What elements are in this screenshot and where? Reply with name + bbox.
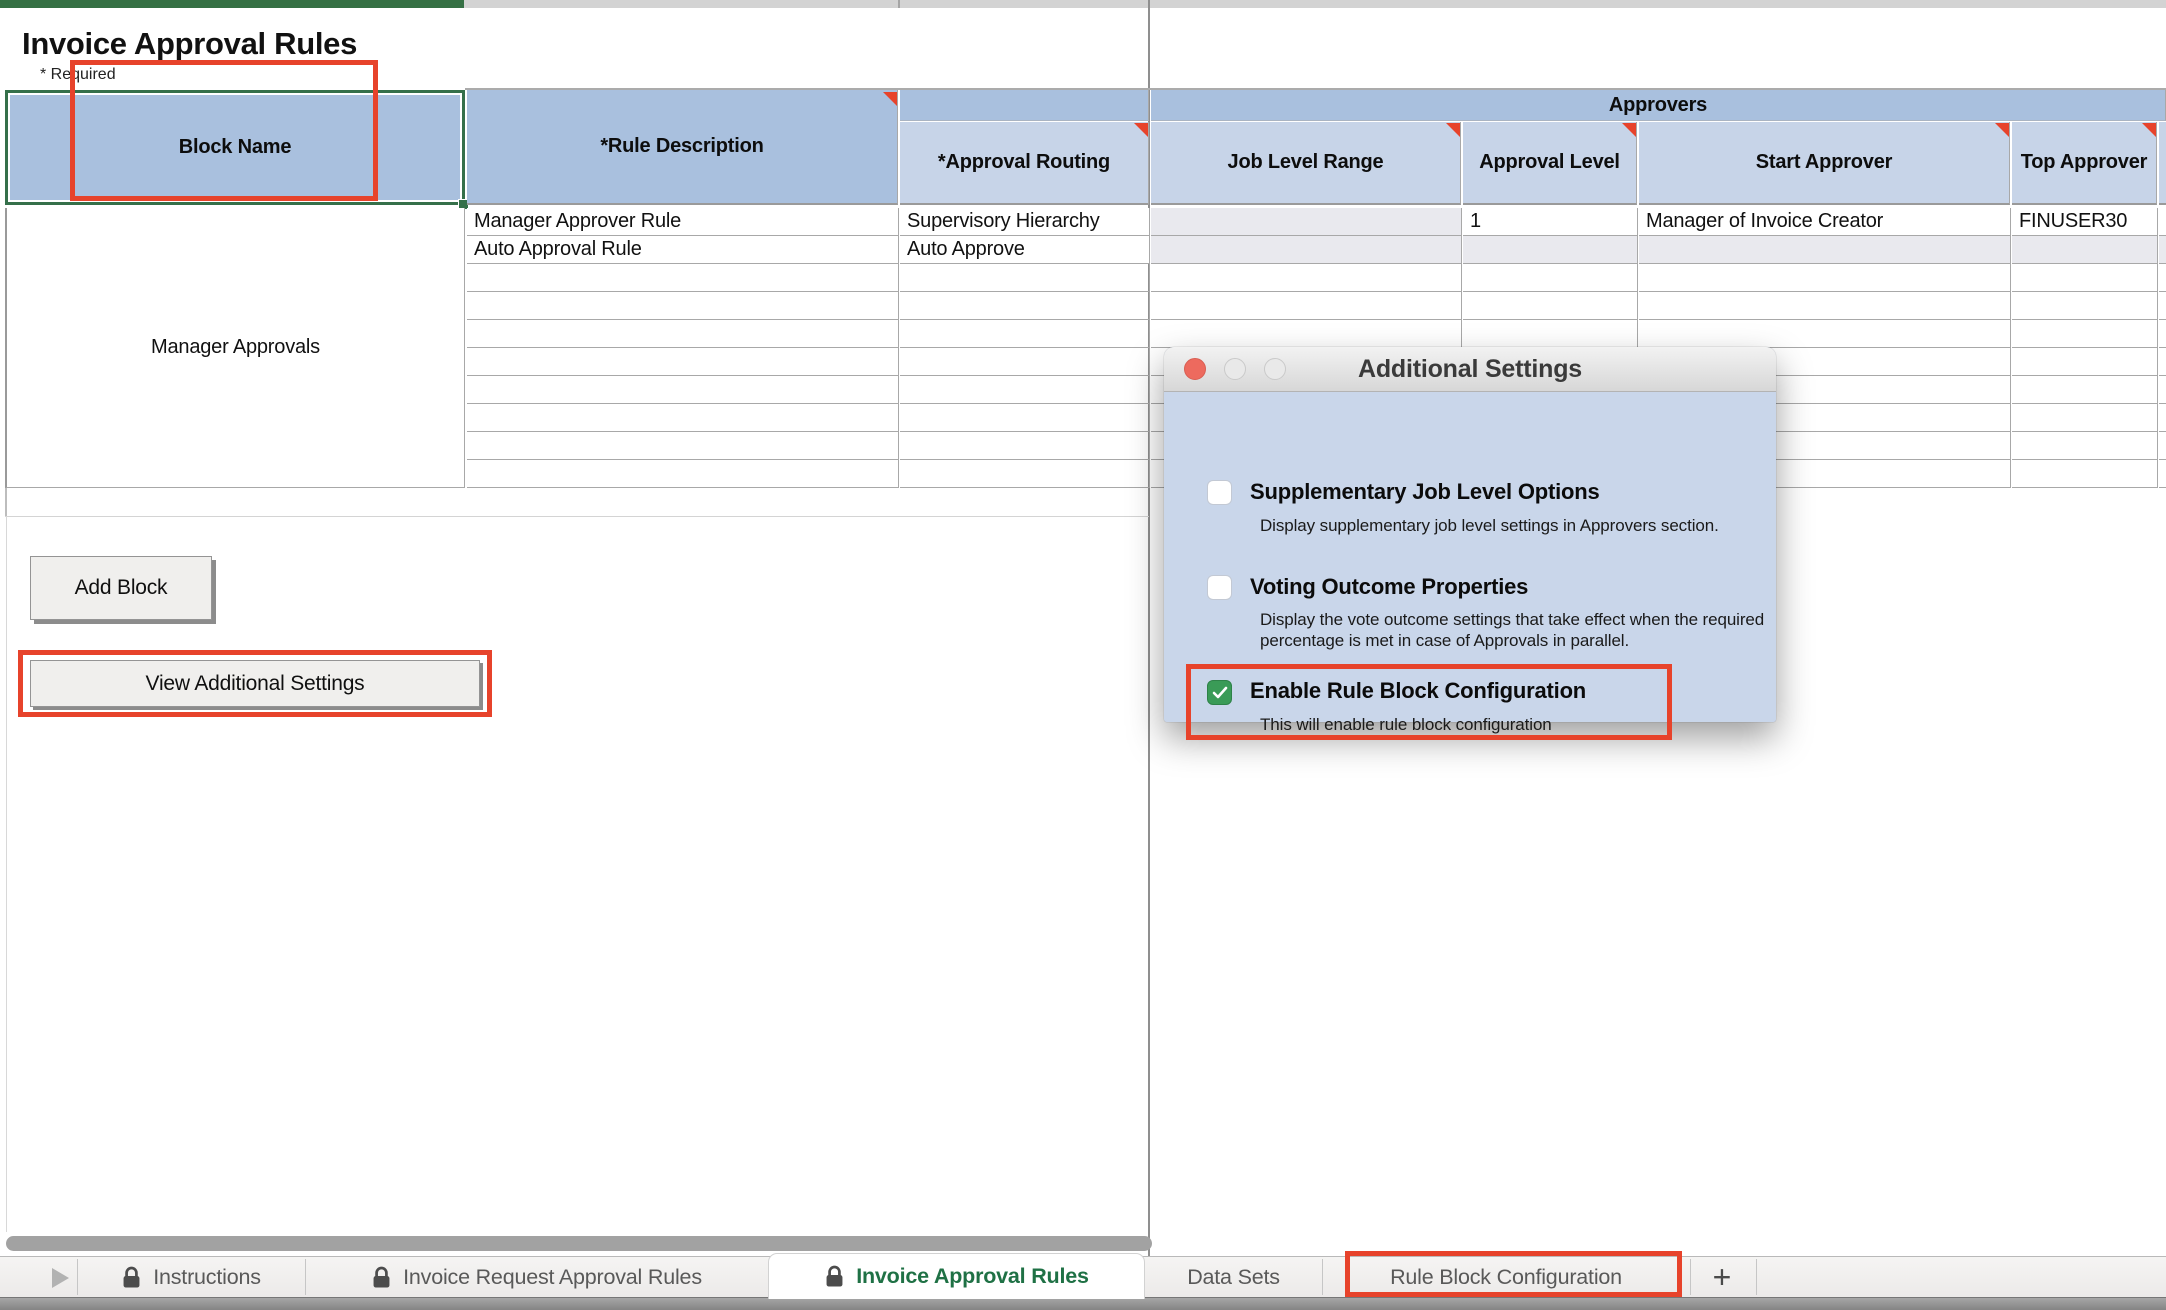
column-header-strip — [464, 0, 2166, 8]
grid-edge-stub — [5, 488, 7, 516]
cell-start-approver-1[interactable]: Manager of Invoice Creator — [1639, 208, 2010, 235]
annotation-rect-view-settings: View Additional Settings — [18, 650, 492, 717]
column-overflow-sliver — [2159, 208, 2166, 488]
header-job-level-range[interactable]: Job Level Range — [1151, 122, 1461, 205]
page-title: Invoice Approval Rules — [22, 26, 357, 62]
tab-invoice-approval-rules-active[interactable]: Invoice Approval Rules — [768, 1253, 1145, 1299]
tab-data-sets[interactable]: Data Sets — [1145, 1257, 1322, 1298]
header-overflow-sliver — [2159, 122, 2166, 205]
header-approval-routing-label: *Approval Routing — [938, 151, 1110, 174]
minimize-icon[interactable] — [1224, 358, 1246, 380]
cell-approval-routing-2[interactable]: Auto Approve — [900, 236, 1149, 263]
comment-marker-icon — [1995, 123, 2009, 137]
lock-icon — [371, 1266, 392, 1289]
comment-marker-icon — [1446, 123, 1460, 137]
comment-marker-icon — [2142, 123, 2156, 137]
checkbox-supplementary-job-level[interactable] — [1207, 480, 1232, 505]
header-band-empty[interactable] — [900, 90, 1149, 121]
tab-separator — [1756, 1259, 1757, 1295]
option-description: This will enable rule block configuratio… — [1260, 714, 1780, 735]
dialog-titlebar[interactable]: Additional Settings — [1164, 347, 1776, 392]
option-label: Supplementary Job Level Options — [1250, 479, 1600, 505]
header-top-approver-label: Top Approver — [2021, 151, 2148, 174]
header-approvers-label: Approvers — [1609, 94, 1707, 117]
view-additional-settings-button[interactable]: View Additional Settings — [30, 660, 480, 707]
cell-approval-level-1[interactable]: 1 — [1463, 208, 1637, 235]
annotation-rect-block-name — [70, 60, 378, 201]
cell-rule-description-1[interactable]: Manager Approver Rule — [467, 208, 898, 235]
tab-instructions[interactable]: Instructions — [77, 1257, 305, 1298]
column-approval-routing[interactable]: Supervisory Hierarchy Auto Approve — [900, 208, 1150, 488]
tab-label: Instructions — [153, 1265, 261, 1290]
annotation-rect-rule-block-tab — [1345, 1251, 1682, 1297]
cell-job-level-range-2[interactable] — [1151, 236, 1461, 263]
grid-bottom-faint-line — [5, 516, 1149, 517]
option-label: Enable Rule Block Configuration — [1250, 678, 1586, 704]
checkbox-voting-outcome[interactable] — [1207, 575, 1232, 600]
column-top-approver[interactable]: FINUSER30 — [2012, 208, 2158, 488]
left-page-boundary — [6, 516, 7, 1232]
header-approval-routing[interactable]: *Approval Routing — [900, 122, 1149, 205]
horizontal-scrollbar-thumb[interactable] — [6, 1236, 1152, 1251]
block-name-value-label: Manager Approvals — [151, 336, 320, 359]
header-top-approver[interactable]: Top Approver — [2012, 122, 2157, 205]
header-rule-description-label: *Rule Description — [600, 135, 763, 158]
checkmark-icon — [1212, 686, 1228, 699]
tab-label: Invoice Request Approval Rules — [403, 1265, 702, 1290]
tab-invoice-request-approval-rules[interactable]: Invoice Request Approval Rules — [305, 1257, 768, 1298]
header-start-approver[interactable]: Start Approver — [1639, 122, 2010, 205]
zoom-icon[interactable] — [1264, 358, 1286, 380]
header-approvers-group[interactable]: Approvers — [1151, 90, 2166, 121]
comment-marker-icon — [1134, 123, 1148, 137]
sheet-nav-right-icon[interactable] — [52, 1268, 69, 1288]
tab-separator — [1690, 1259, 1691, 1295]
lock-icon — [121, 1266, 142, 1289]
cell-sliver-2 — [2159, 236, 2166, 263]
additional-settings-dialog: Additional Settings Supplementary Job Le… — [1164, 347, 1776, 722]
cell-top-approver-1[interactable]: FINUSER30 — [2012, 208, 2157, 235]
cell-block-name-value[interactable]: Manager Approvals — [5, 208, 465, 488]
add-block-button[interactable]: Add Block — [30, 556, 212, 620]
column-strip-separator — [898, 0, 900, 8]
dialog-title: Additional Settings — [1358, 355, 1582, 384]
option-label: Voting Outcome Properties — [1250, 574, 1528, 600]
cell-approval-routing-1[interactable]: Supervisory Hierarchy — [900, 208, 1149, 235]
option-description: Display the vote outcome settings that t… — [1260, 609, 1795, 651]
cell-job-level-range-1[interactable] — [1151, 208, 1461, 235]
comment-marker-icon — [1622, 123, 1636, 137]
lock-icon — [824, 1265, 845, 1288]
dialog-body: Supplementary Job Level Options Display … — [1164, 392, 1776, 722]
sheet-tab-bar: Instructions Invoice Request Approval Ru… — [0, 1256, 2166, 1297]
cell-top-approver-2[interactable] — [2012, 236, 2157, 263]
option-description: Display supplementary job level settings… — [1260, 515, 1780, 536]
header-approval-level-label: Approval Level — [1479, 151, 1620, 174]
close-icon[interactable] — [1184, 358, 1206, 380]
column-rule-description[interactable]: Manager Approver Rule Auto Approval Rule — [467, 208, 899, 488]
tab-label: Data Sets — [1187, 1265, 1280, 1290]
add-block-label: Add Block — [75, 576, 168, 600]
tab-label: Invoice Approval Rules — [856, 1264, 1089, 1289]
plus-icon: + — [1713, 1259, 1732, 1296]
checkbox-enable-rule-block[interactable] — [1207, 680, 1232, 705]
selected-columns-strip — [0, 0, 464, 8]
header-approval-level[interactable]: Approval Level — [1463, 122, 1637, 205]
cell-rule-description-2[interactable]: Auto Approval Rule — [467, 236, 898, 263]
view-additional-settings-label: View Additional Settings — [146, 672, 365, 696]
header-start-approver-label: Start Approver — [1756, 151, 1893, 174]
cell-approval-level-2[interactable] — [1463, 236, 1637, 263]
cell-start-approver-2[interactable] — [1639, 236, 2010, 263]
header-job-level-range-label: Job Level Range — [1228, 151, 1384, 174]
header-rule-description[interactable]: *Rule Description — [467, 90, 898, 205]
comment-marker-icon — [883, 92, 897, 106]
add-sheet-button[interactable]: + — [1694, 1257, 1750, 1298]
